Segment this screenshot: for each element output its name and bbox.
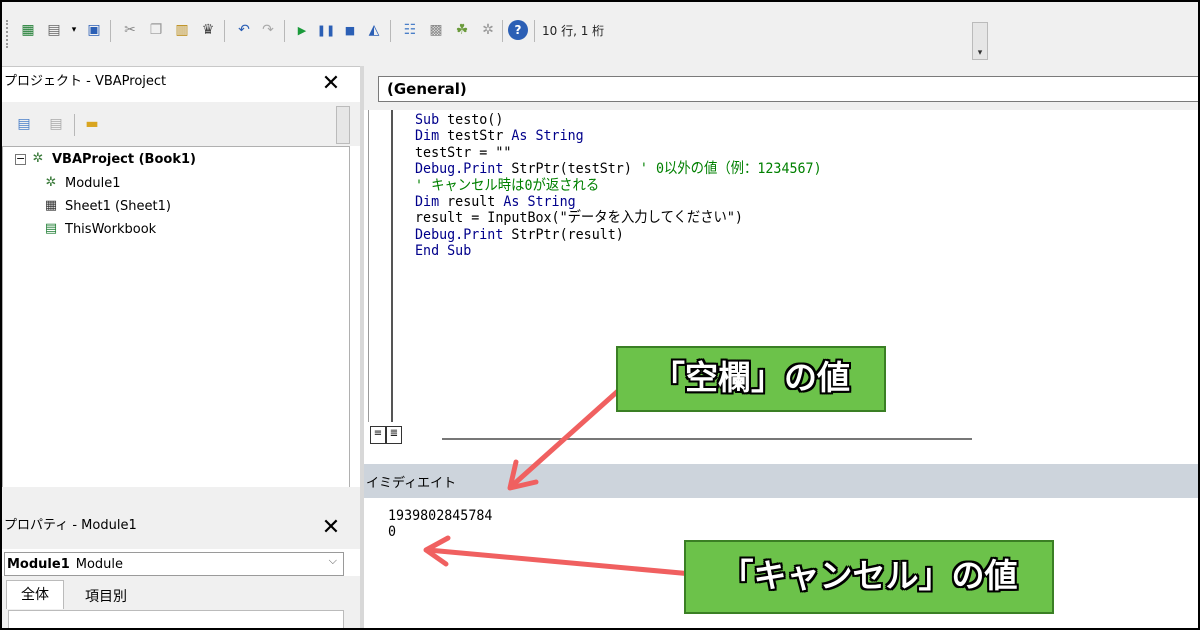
properties-window-icon[interactable]: ▩ (426, 20, 446, 40)
code-line: Dim result As String (415, 194, 576, 211)
horizontal-scrollbar[interactable] (442, 438, 972, 440)
tree-item-thisworkbook[interactable]: ▤ ThisWorkbook (43, 221, 156, 237)
tree-item-label: VBAProject (Book1) (52, 151, 196, 167)
tree-item-sheet1[interactable]: ▦ Sheet1 (Sheet1) (43, 198, 171, 214)
properties-tabs: 全体 項目別 (2, 576, 360, 628)
workbook-icon: ▤ (44, 221, 58, 236)
redo-icon[interactable]: ↷ (258, 20, 278, 40)
standard-toolbar: ▦ ▤ ▾ ▣ ✂ ❐ ▥ ♛ ↶ ↷ ▶ ❚❚ ■ ◭ ☷ ▩ ☘ ✲ ? 1… (2, 10, 1198, 67)
code-line: End Sub (415, 243, 472, 260)
tree-item-label: Module1 (65, 175, 121, 191)
insert-dropdown-icon[interactable]: ▾ (64, 20, 84, 40)
code-footer: ≡ ≣ (368, 422, 1198, 450)
code-line: testStr = "" (415, 144, 512, 161)
copy-icon[interactable]: ❐ (146, 20, 166, 40)
run-icon[interactable]: ▶ (292, 20, 312, 40)
project-close-icon[interactable]: ✕ (318, 72, 344, 96)
tab-categorized[interactable]: 項目別 (66, 584, 146, 610)
design-mode-icon[interactable]: ◭ (364, 20, 384, 40)
toolbox-icon[interactable]: ✲ (478, 20, 498, 40)
tree-item-module1[interactable]: ✲ Module1 (43, 175, 121, 191)
toolbar-options-icon[interactable]: ▾ (972, 22, 988, 60)
project-pane-title: プロジェクト - VBAProject (4, 74, 167, 89)
code-line: Debug.Print StrPtr(testStr) ' 0以外の値（例：12… (415, 161, 822, 178)
callout-cancel-value: 「キャンセル」の値 (684, 540, 1054, 614)
immediate-window-header: イミディエイト (364, 464, 1198, 498)
insert-module-icon[interactable]: ▤ (44, 20, 64, 40)
immediate-line: 0 (388, 524, 397, 541)
find-icon[interactable]: ♛ (198, 20, 218, 40)
toolbar-separator (502, 20, 503, 42)
view-code-icon[interactable]: ▤ (14, 114, 34, 134)
toolbar-separator (284, 20, 285, 42)
tree-item-label: Sheet1 (Sheet1) (65, 198, 171, 214)
callout-blank-value: 「空欄」の値 (616, 346, 886, 412)
properties-close-icon[interactable]: ✕ (318, 516, 344, 540)
toggle-folders-icon[interactable]: ▬ (82, 114, 102, 134)
code-line: result = InputBox("データを入力してください") (415, 210, 743, 227)
cut-icon[interactable]: ✂ (120, 20, 140, 40)
module-icon: ✲ (45, 175, 57, 190)
object-browser-icon[interactable]: ☘ (452, 20, 472, 40)
code-text[interactable]: Sub testo() Dim testStr As String testStr … (415, 112, 822, 260)
procedure-view-icon[interactable]: ≡ (370, 426, 386, 444)
excel-view-icon[interactable]: ▦ (18, 20, 38, 40)
toolbar-separator (74, 114, 75, 136)
tab-alphabetic[interactable]: 全体 (6, 580, 64, 609)
toolbar-separator (534, 20, 535, 42)
code-margin (369, 110, 393, 450)
chevron-down-icon: ⌵ (328, 554, 337, 567)
immediate-window-title: イミディエイト (366, 476, 457, 491)
object-type: Module (75, 556, 124, 572)
pause-icon[interactable]: ❚❚ (316, 20, 336, 40)
help-icon[interactable]: ? (508, 20, 528, 40)
code-window-header: (General) (364, 66, 1198, 110)
vbe-window: ▦ ▤ ▾ ▣ ✂ ❐ ▥ ♛ ↶ ↷ ▶ ❚❚ ■ ◭ ☷ ▩ ☘ ✲ ? 1… (0, 0, 1200, 630)
paste-icon[interactable]: ▥ (172, 20, 192, 40)
toolbar-separator (224, 20, 225, 42)
pane-divider[interactable] (2, 487, 360, 503)
immediate-line: 1939802845784 (388, 508, 493, 524)
undo-icon[interactable]: ↶ (234, 20, 254, 40)
stop-icon[interactable]: ■ (340, 20, 360, 40)
vba-project-icon: ✲ (32, 151, 44, 166)
project-pane-toolbar: ▤ ▤ ▬ (2, 102, 360, 146)
toolbar-separator (110, 20, 111, 42)
code-line: ' キャンセル時は0が返される (415, 177, 600, 194)
code-line: Dim testStr As String (415, 128, 584, 145)
project-explorer-icon[interactable]: ☷ (400, 20, 420, 40)
project-toolbar-grip[interactable] (336, 106, 350, 144)
code-line: Sub testo() (415, 112, 504, 128)
view-object-icon[interactable]: ▤ (46, 114, 66, 134)
properties-pane-title: プロパティ - Module1 (4, 518, 137, 533)
module-view-icon[interactable]: ≣ (386, 426, 402, 444)
property-grid[interactable] (8, 610, 344, 628)
code-line: Debug.Print StrPtr(result) (415, 226, 624, 243)
menu-bar (2, 2, 1198, 10)
immediate-output: 1939802845784 0 (388, 508, 492, 541)
object-combo[interactable]: (General) (378, 76, 1198, 102)
tree-item-label: ThisWorkbook (65, 221, 157, 237)
project-tree: − ✲ VBAProject (Book1) ✲ Module1 ▦ Sheet… (2, 146, 350, 488)
save-icon[interactable]: ▣ (84, 20, 104, 40)
cursor-position: 10 行, 1 桁 (542, 24, 605, 38)
toolbar-grip[interactable] (6, 20, 11, 48)
toolbar-separator (390, 20, 391, 42)
object-name: Module1 (7, 556, 70, 572)
tree-item-vbaproject[interactable]: − ✲ VBAProject (Book1) (15, 151, 196, 167)
object-select[interactable]: Module1 Module ⌵ (4, 552, 344, 576)
sheet-icon: ▦ (44, 198, 58, 213)
collapse-icon[interactable]: − (15, 153, 26, 165)
